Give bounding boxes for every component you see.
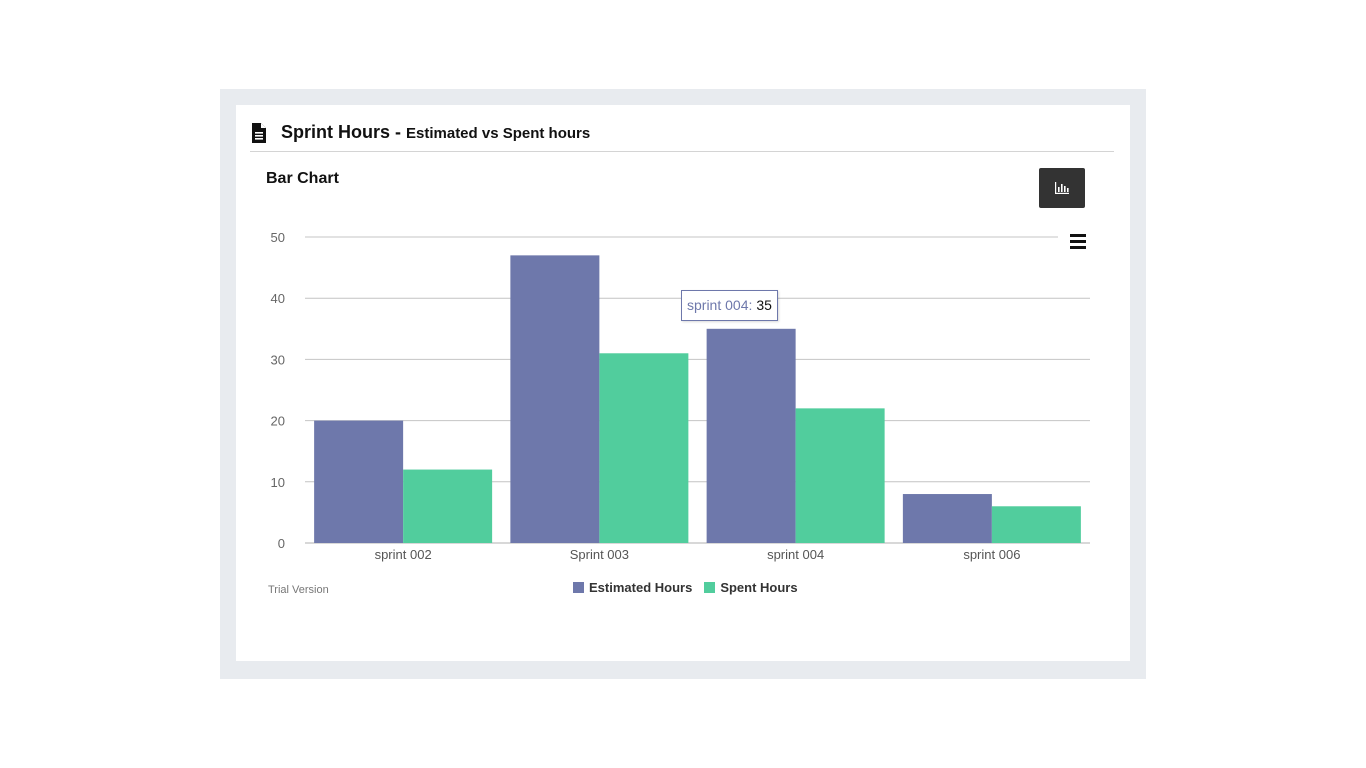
bar-spent xyxy=(795,408,885,543)
legend-item-estimated[interactable]: Estimated Hours xyxy=(573,580,692,595)
x-tick-label: sprint 004 xyxy=(767,547,824,562)
x-tick-label: Sprint 003 xyxy=(570,547,629,562)
bar-spent xyxy=(599,353,689,543)
y-tick-label: 10 xyxy=(271,475,285,490)
chart-panel: Sprint Hours - Estimated vs Spent hours … xyxy=(236,105,1130,661)
bar-estimated xyxy=(902,494,992,543)
x-tick-label: sprint 002 xyxy=(375,547,432,562)
legend-swatch-spent xyxy=(704,582,716,593)
legend-item-spent[interactable]: Spent Hours xyxy=(704,580,798,595)
y-tick-label: 40 xyxy=(271,291,285,306)
y-tick-label: 0 xyxy=(278,536,285,551)
bar-spent xyxy=(991,506,1081,543)
bar-estimated xyxy=(706,328,796,543)
tooltip-value: 35 xyxy=(756,297,772,313)
x-tick-label: sprint 006 xyxy=(963,547,1020,562)
hamburger-menu-icon[interactable] xyxy=(1068,233,1088,251)
trial-watermark: Trial Version xyxy=(268,584,329,596)
y-tick-label: 20 xyxy=(271,414,285,429)
chart-tooltip: sprint 004: 35 xyxy=(681,290,778,321)
dashboard-widget-frame: Sprint Hours - Estimated vs Spent hours … xyxy=(220,89,1146,679)
y-tick-label: 30 xyxy=(271,352,285,367)
y-tick-label: 50 xyxy=(271,230,285,245)
bar-estimated xyxy=(314,420,404,543)
bar-spent xyxy=(403,469,493,543)
legend-swatch-estimated xyxy=(573,582,584,593)
bar-estimated xyxy=(510,255,600,544)
tooltip-label: sprint 004: xyxy=(687,297,753,313)
legend-label-estimated: Estimated Hours xyxy=(589,580,693,595)
chart-legend: Estimated Hours Spent Hours xyxy=(573,580,798,595)
bar-chart: 0 10 20 30 40 50 sprint 002 Sprint 003 sprint 00… xyxy=(271,230,1090,562)
legend-label-spent: Spent Hours xyxy=(720,580,798,595)
